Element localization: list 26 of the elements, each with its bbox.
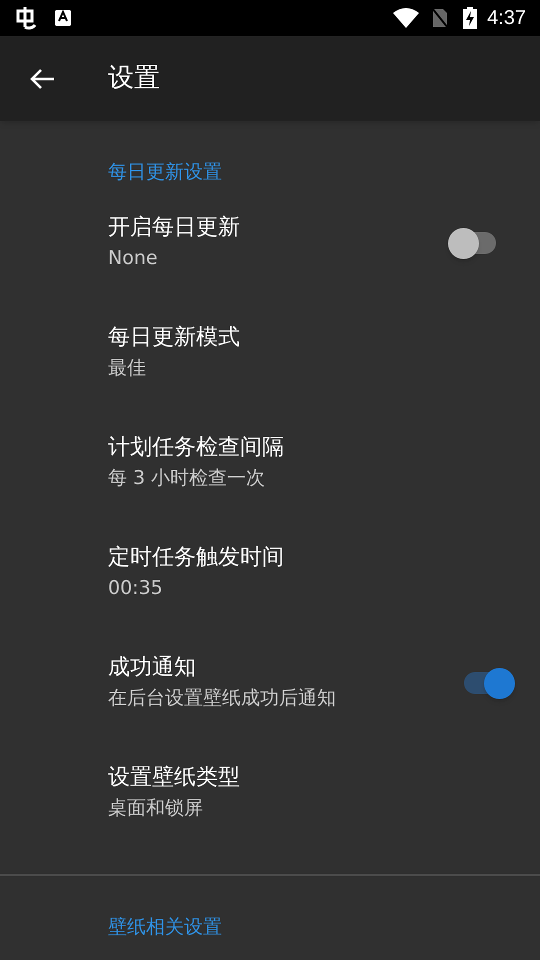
preference-summary: 00:35 <box>108 576 164 601</box>
preference-title: 设置壁纸类型 <box>108 764 241 792</box>
preference-row[interactable]: 计划任务检查间隔 每 3 小时检查一次 <box>0 433 540 543</box>
back-arrow-icon <box>29 68 55 90</box>
preference-row[interactable]: 设置壁纸类型 桌面和锁屏 <box>0 763 540 873</box>
preference-row[interactable]: 成功通知 在后台设置壁纸成功后通知 <box>0 653 540 763</box>
preference-title: 开启每日更新 <box>108 214 241 242</box>
preference-row[interactable]: 每日更新模式 最佳 <box>0 323 540 433</box>
wifi-icon <box>393 8 420 28</box>
preference-title: 定时任务触发时间 <box>108 544 285 572</box>
preference-title: 成功通知 <box>108 654 197 682</box>
preference-row[interactable]: 定时任务触发时间 00:35 <box>0 543 540 653</box>
preference-summary: 最佳 <box>108 356 147 381</box>
status-time: 4:37 <box>487 6 526 31</box>
section-header: 每日更新设置 <box>107 160 223 185</box>
battery-charging-icon <box>463 7 478 29</box>
no-sim-icon <box>431 7 450 29</box>
preference-summary: 每 3 小时检查一次 <box>108 466 266 491</box>
preference-summary: None <box>108 246 159 271</box>
section-header: 壁纸相关设置 <box>107 915 223 940</box>
preference-title: 计划任务检查间隔 <box>108 434 285 462</box>
preference-row[interactable]: 开启每日更新 None <box>0 213 540 323</box>
preference-summary: 在后台设置壁纸成功后通知 <box>108 686 337 711</box>
preference-title: 每日更新模式 <box>108 324 241 352</box>
screen-title: 设置 <box>108 62 160 95</box>
preference-summary: 桌面和锁屏 <box>108 796 204 821</box>
